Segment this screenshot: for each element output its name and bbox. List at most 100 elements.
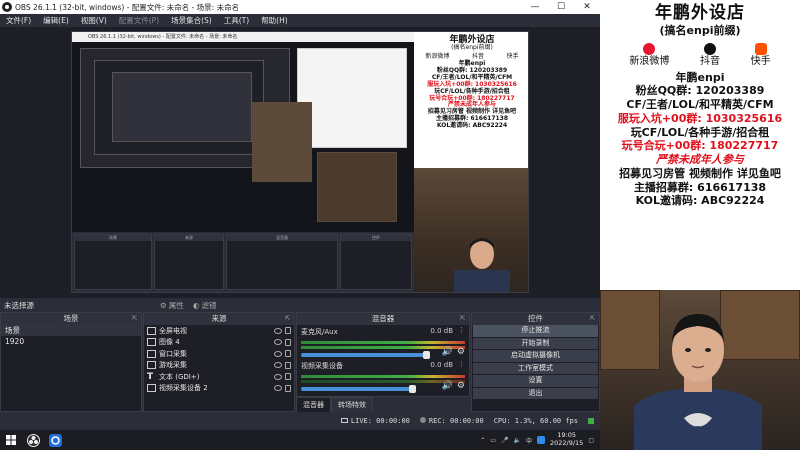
inner-poster: 年鹏外设店 (搞名enpi前缀) 新浪微博 抖音 快手 年鹏enpi 粉丝QQ群… (414, 32, 528, 168)
maximize-button[interactable]: ☐ (548, 2, 574, 12)
start-recording-button[interactable]: 开始录制 (473, 337, 598, 349)
start-virtual-camera-button[interactable]: 启动虚拟摄像机 (473, 350, 598, 362)
fader-handle[interactable] (423, 351, 430, 359)
game-capture-icon (147, 326, 156, 335)
mixer-panel: 混音器 ⇱ 麦克风/Aux 0.0 dB ⋮ 🔊 ⚙ 视频采集设备 0.0 dB ⋮… (296, 312, 470, 397)
visibility-eye-icon[interactable] (274, 350, 282, 357)
video-capture-icon (147, 384, 156, 393)
mic-icon[interactable]: 🎤 (501, 437, 508, 444)
speaker-icon[interactable]: 🔊 (442, 381, 453, 391)
window-capture-icon (147, 349, 156, 358)
lock-icon[interactable] (285, 384, 291, 392)
channel-name: 视频采集设备 (301, 362, 343, 370)
gear-icon[interactable]: ⚙ (457, 347, 465, 357)
windows-start-icon[interactable] (0, 430, 22, 450)
scene-item[interactable]: 1920 (1, 336, 141, 347)
lock-icon[interactable] (285, 338, 291, 346)
game-capture-icon (147, 361, 156, 370)
dock-float-icon[interactable]: ⇱ (285, 313, 290, 325)
poster-line: 服玩入坑+00群: 1030325616 (617, 111, 783, 125)
lock-icon[interactable] (285, 350, 291, 358)
source-row[interactable]: T 文本 (GDI+) (144, 371, 294, 383)
volume-fader[interactable] (301, 351, 430, 359)
dock-float-icon[interactable]: ⇱ (460, 313, 465, 325)
exit-button[interactable]: 退出 (473, 387, 598, 399)
browser-taskbar-icon[interactable] (44, 430, 66, 450)
menu-view[interactable]: 视图(V) (75, 15, 113, 26)
no-source-label: 未选择源 (4, 300, 34, 310)
fader-handle[interactable] (408, 385, 416, 393)
shop-poster: 年鹏外设店 (搞名enpi前缀) 新浪微博 抖音 快手 年鹏enpi 粉丝QQ群… (600, 0, 800, 300)
visibility-eye-icon[interactable] (274, 339, 282, 346)
close-button[interactable]: ✕ (574, 2, 600, 12)
properties-button[interactable]: ⚙ 属性 (160, 300, 184, 311)
ime-language[interactable]: 中 (526, 436, 532, 445)
source-row[interactable]: 全屏电视 (144, 325, 294, 337)
speaker-icon[interactable]: 🔊 (442, 347, 453, 357)
dock-float-icon[interactable]: ⇱ (132, 313, 137, 325)
douyin-icon (703, 43, 716, 55)
source-row[interactable]: 图像 4 (144, 337, 294, 349)
douyin-link: 抖音 (700, 43, 720, 69)
lock-icon[interactable] (285, 327, 291, 335)
visibility-eye-icon[interactable] (274, 373, 282, 380)
channel-db: 0.0 dB (430, 361, 453, 369)
obs-taskbar-icon[interactable] (22, 430, 44, 450)
window-title: OBS 26.1.1 (32-bit, windows) - 配置文件: 未命名… (15, 2, 240, 12)
scenes-panel: 场景⇱ 场景 1920 + — ⌃ ⌄ (0, 312, 142, 424)
channel-gear-icon[interactable]: ⋮ (458, 360, 465, 368)
visibility-eye-icon[interactable] (274, 327, 282, 334)
channel-db: 0.0 dB (430, 327, 453, 335)
menu-file[interactable]: 文件(F) (0, 15, 37, 26)
visibility-eye-icon[interactable] (274, 362, 282, 369)
source-row[interactable]: 视频采集设备 2 (144, 383, 294, 395)
settings-button[interactable]: 设置 (473, 375, 598, 387)
menu-tools[interactable]: 工具(T) (218, 15, 255, 26)
visibility-eye-icon[interactable] (274, 385, 282, 392)
inner-dock: 场景 来源 混音器 控件 (72, 232, 414, 292)
stop-streaming-button[interactable]: 停止推流 (473, 325, 598, 337)
volume-meter (301, 346, 465, 349)
volume-fader[interactable] (301, 385, 416, 393)
webcam-feed (600, 290, 800, 450)
volume-meter (301, 375, 465, 378)
inner-preview (72, 42, 414, 232)
minimize-button[interactable]: — (522, 2, 548, 12)
source-row[interactable]: 游戏采集 (144, 360, 294, 372)
clock-date: 2022/9/15 (549, 439, 584, 447)
preview-capture: OBS 26.1.1 (32-bit, windows) - 配置文件: 未命名… (71, 31, 529, 293)
text-icon: T (147, 371, 154, 382)
taskbar: ⌃ ▭ 🎤 🔈 中 19:05 2022/9/15 ▢ (0, 430, 600, 450)
social-links: 新浪微博 抖音 快手 (600, 43, 800, 69)
poster-line: 玩CF/LOL/各种手游/招合租 (630, 125, 770, 139)
inner-camera-area: 年鹏外设店 (搞名enpi前缀) 新浪微博 抖音 快手 年鹏enpi 粉丝QQ群… (414, 32, 528, 292)
menu-profile[interactable]: 配置文件(P) (113, 15, 165, 26)
speaker-icon[interactable]: 🔈 (513, 437, 520, 444)
notification-icon[interactable]: ▢ (588, 437, 594, 444)
menu-edit[interactable]: 编辑(E) (37, 15, 75, 26)
gear-icon[interactable]: ⚙ (457, 381, 465, 391)
channel-gear-icon[interactable]: ⋮ (458, 326, 465, 334)
poster-subtitle: (搞名enpi前缀) (659, 24, 741, 38)
menu-scene-collection[interactable]: 场景集合(S) (165, 15, 218, 26)
lock-icon[interactable] (285, 361, 291, 369)
inner-webcam-feed (414, 168, 528, 292)
menu-help[interactable]: 帮助(H) (255, 15, 294, 26)
source-row[interactable]: 窗口采集 (144, 348, 294, 360)
sources-panel: 来源 ⇱ 全屏电视 图像 4 窗口采集 游戏采集 T 文本 (GDI+) 视频采集设… (143, 312, 295, 424)
tab-mixer[interactable]: 混音器 (296, 397, 331, 413)
studio-mode-button[interactable]: 工作室模式 (473, 362, 598, 374)
lock-icon[interactable] (285, 373, 291, 381)
chevron-up-icon[interactable]: ⌃ (480, 437, 485, 444)
sogou-icon[interactable] (536, 436, 545, 444)
kuaishou-link: 快手 (751, 43, 771, 69)
kuaishou-icon (754, 43, 767, 55)
dock-float-icon[interactable]: ⇱ (590, 313, 595, 325)
controls-title: 控件 (528, 314, 543, 323)
scene-item[interactable]: 场景 (1, 325, 141, 336)
filters-button[interactable]: ◐ 滤镜 (193, 300, 217, 311)
clock[interactable]: 19:05 2022/9/15 (549, 431, 584, 448)
tab-transitions[interactable]: 转场特效 (331, 397, 373, 413)
network-icon[interactable]: ▭ (490, 437, 496, 444)
poster-line: 招募见习房管 视频制作 详见鱼吧 (619, 166, 781, 180)
